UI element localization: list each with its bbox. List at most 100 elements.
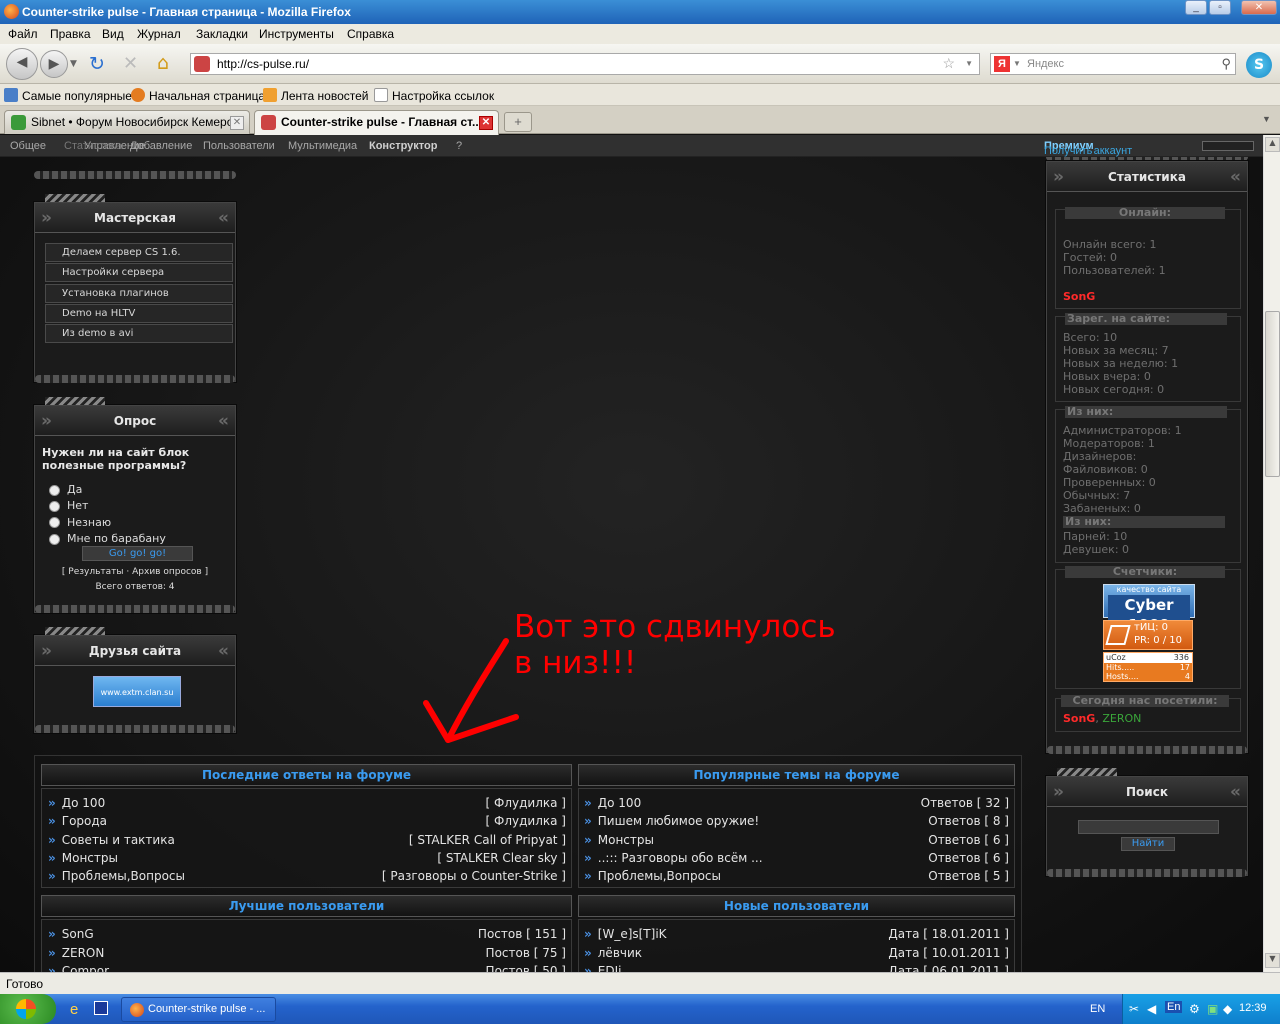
row-topic[interactable]: Проблемы,Вопросы xyxy=(598,869,721,883)
row-username[interactable]: EDJi xyxy=(598,964,622,972)
poll-radio[interactable] xyxy=(49,517,60,528)
close-tab-icon[interactable]: ✕ xyxy=(479,116,493,130)
row-topic[interactable]: Советы и тактика xyxy=(62,833,175,847)
premium-link[interactable]: Получить Премиум аккаунт xyxy=(1044,140,1132,157)
row-topic[interactable]: Монстры xyxy=(62,851,118,865)
row-topic[interactable]: ..::: Разговоры обо всём ... xyxy=(598,851,763,865)
menu-view[interactable]: Вид xyxy=(102,27,124,41)
forum-latest-row[interactable]: » Проблемы,Вопросы [ Разговоры о Counter-S… xyxy=(48,869,566,887)
search-placeholder[interactable]: Яндекс xyxy=(1027,58,1064,70)
bookmark-most-visited[interactable]: Самые популярные xyxy=(4,88,132,103)
keyboard-layout-indicator[interactable]: En xyxy=(1165,1001,1183,1013)
taskbar-firefox-item[interactable]: Counter-strike pulse - ... xyxy=(121,997,276,1022)
forum-popular-row[interactable]: » ..::: Разговоры обо всём ... Ответов [ 6… xyxy=(584,851,1009,869)
forum-latest-row[interactable]: » Монстры [ STALKER Clear sky ] xyxy=(48,851,566,869)
forum-latest-row[interactable]: » Советы и тактика [ STALKER Call of Pripy… xyxy=(48,833,566,851)
cyber-counter-badge[interactable]: качество сайта Cyber 1009 xyxy=(1103,584,1195,635)
tab-cs-pulse[interactable]: Counter-strike pulse - Главная ст... ✕ xyxy=(254,110,499,135)
today-user[interactable]: ZERON xyxy=(1102,712,1141,725)
menu-file[interactable]: Файл xyxy=(8,27,38,41)
yandex-icon[interactable]: Я xyxy=(994,56,1010,72)
start-button[interactable] xyxy=(0,994,56,1024)
row-forum[interactable]: [ STALKER Clear sky ] xyxy=(437,851,566,865)
close-window-button[interactable]: ✕ xyxy=(1241,0,1277,15)
menu-help[interactable]: Справка xyxy=(347,27,394,41)
search-icon[interactable]: ⚲ xyxy=(1221,56,1231,72)
forum-popular-row[interactable]: » Пишем любимое оружие! Ответов [ 8 ] xyxy=(584,814,1009,832)
friend-banner[interactable]: www.extm.clan.su xyxy=(93,676,181,707)
row-topic[interactable]: Проблемы,Вопросы xyxy=(62,869,185,883)
stat-online-user[interactable]: SonG xyxy=(1063,290,1095,303)
tab-sibnet[interactable]: Sibnet • Форум Новосибирск Кемеро... ✕ xyxy=(4,110,250,134)
row-username[interactable]: [W_e]s[T]iK xyxy=(598,927,667,941)
site-search-input[interactable] xyxy=(1078,820,1219,834)
forum-popular-row[interactable]: » Монстры Ответов [ 6 ] xyxy=(584,833,1009,851)
row-username[interactable]: SonG xyxy=(62,927,94,941)
poll-radio[interactable] xyxy=(49,501,60,512)
list-tabs-icon[interactable]: ▼ xyxy=(1262,114,1271,124)
url-dropdown-icon[interactable]: ▼ xyxy=(965,59,973,68)
home-icon[interactable]: ⌂ xyxy=(157,52,169,74)
best-users-row[interactable]: » SonG Постов [ 151 ] xyxy=(48,927,566,945)
scroll-down-icon[interactable]: ▼ xyxy=(1265,953,1280,968)
today-user[interactable]: SonG xyxy=(1063,712,1095,725)
volume-icon[interactable]: ◀ xyxy=(1147,1002,1156,1016)
scrollbar-thumb[interactable] xyxy=(1265,311,1280,477)
row-topic[interactable]: До 100 xyxy=(598,796,641,810)
row-forum[interactable]: [ Разговоры о Counter-Strike ] xyxy=(382,869,566,883)
tray-tools-icon[interactable]: ✂ xyxy=(1129,1002,1139,1016)
new-users-row[interactable]: » [W_e]s[T]iK Дата [ 18.01.2011 ] xyxy=(584,927,1009,945)
tray-app-icon[interactable]: ⚙ xyxy=(1189,1002,1200,1016)
bookmark-start-page[interactable]: Начальная страница xyxy=(131,88,265,103)
new-tab-icon[interactable]: + xyxy=(504,112,532,132)
best-users-row[interactable]: » ZERON Постов [ 75 ] xyxy=(48,946,566,964)
ie-quicklaunch-icon[interactable]: e xyxy=(70,1001,78,1018)
menu-edit[interactable]: Правка xyxy=(50,27,91,41)
bookmark-star-icon[interactable]: ☆ xyxy=(942,55,955,72)
maximize-button[interactable]: ▫ xyxy=(1209,0,1231,15)
row-forum[interactable]: [ STALKER Call of Pripyat ] xyxy=(409,833,566,847)
workshop-item[interactable]: Делаем сервер CS 1.6. xyxy=(45,243,233,262)
tic-pr-badge[interactable]: тИЦ: 0 PR: 0 / 10 xyxy=(1103,620,1193,650)
forum-popular-row[interactable]: » До 100 Ответов [ 32 ] xyxy=(584,796,1009,814)
workshop-item[interactable]: Из demo в avi xyxy=(45,324,233,343)
language-indicator[interactable]: EN xyxy=(1090,1003,1105,1015)
workshop-item[interactable]: Настройки сервера xyxy=(45,263,233,282)
close-tab-icon[interactable]: ✕ xyxy=(230,116,244,130)
ucoz-menu-help[interactable]: ? xyxy=(456,140,462,152)
address-bar[interactable]: http://cs-pulse.ru/ ☆ ▼ xyxy=(190,53,980,75)
row-forum[interactable]: [ Флудилка ] xyxy=(486,814,566,828)
skype-icon[interactable]: S xyxy=(1246,52,1272,78)
bookmark-customize-links[interactable]: Настройка ссылок xyxy=(374,88,494,103)
ucoz-counter[interactable]: uCoz 336 Hits..... 17 Hosts.... 4 xyxy=(1103,652,1193,682)
page-scrollbar[interactable]: ▲ ▼ xyxy=(1263,135,1280,972)
menu-tools[interactable]: Инструменты xyxy=(259,27,334,41)
row-topic[interactable]: Города xyxy=(62,814,107,828)
row-username[interactable]: Compor xyxy=(62,964,109,972)
search-bar[interactable]: Я ▼ Яндекс ⚲ xyxy=(990,53,1236,75)
minimize-button[interactable]: _ xyxy=(1185,0,1207,15)
forum-latest-row[interactable]: » Города [ Флудилка ] xyxy=(48,814,566,832)
scroll-up-icon[interactable]: ▲ xyxy=(1265,137,1280,152)
ucoz-menu-add[interactable]: Добавление xyxy=(130,140,192,152)
row-topic[interactable]: Пишем любимое оружие! xyxy=(598,814,759,828)
row-forum[interactable]: [ Флудилка ] xyxy=(486,796,566,810)
ucoz-menu-constructor[interactable]: Конструктор xyxy=(369,140,437,152)
clock[interactable]: 12:39 xyxy=(1239,1002,1267,1014)
bookmark-news-feed[interactable]: Лента новостей xyxy=(263,88,369,103)
poll-submit-button[interactable]: Go! go! go! xyxy=(82,546,193,561)
poll-archive-link[interactable]: Архив опросов xyxy=(132,567,202,577)
row-topic[interactable]: Монстры xyxy=(598,833,654,847)
forum-latest-row[interactable]: » До 100 [ Флудилка ] xyxy=(48,796,566,814)
best-users-row[interactable]: » Compor Постов [ 50 ] xyxy=(48,964,566,972)
poll-radio[interactable] xyxy=(49,534,60,545)
workshop-item[interactable]: Установка плагинов xyxy=(45,284,233,303)
ucoz-menu-general[interactable]: Общее xyxy=(10,140,46,152)
stop-icon[interactable]: ✕ xyxy=(123,53,138,74)
ucoz-menu-users[interactable]: Пользователи xyxy=(203,140,275,152)
tray-misc-icon[interactable]: ◆ xyxy=(1223,1002,1232,1016)
network-icon[interactable]: ▣ xyxy=(1207,1002,1218,1016)
row-topic[interactable]: До 100 xyxy=(62,796,105,810)
ucoz-menu-multimedia[interactable]: Мультимедиа xyxy=(288,140,357,152)
address-url[interactable]: http://cs-pulse.ru/ xyxy=(217,57,309,71)
